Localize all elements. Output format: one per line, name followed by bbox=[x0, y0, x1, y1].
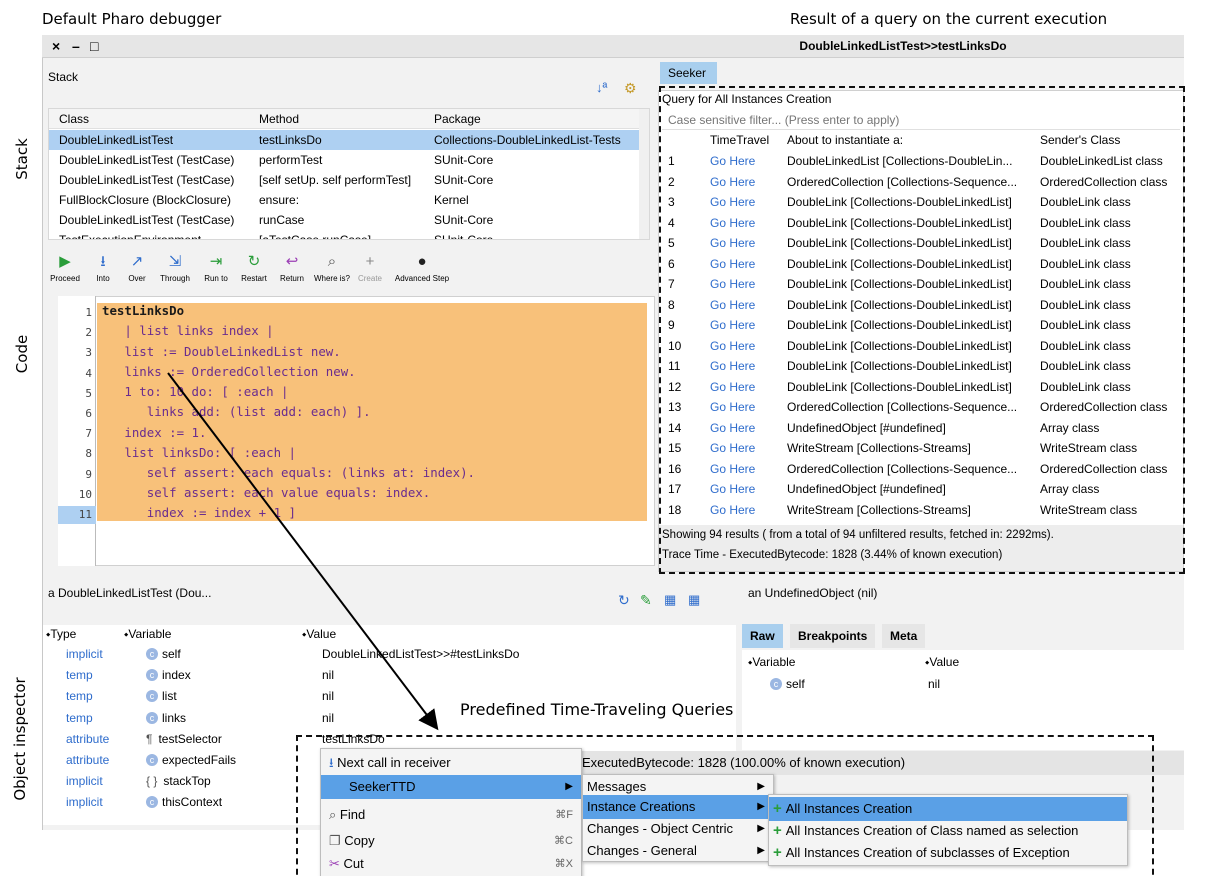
arrow-line bbox=[167, 372, 439, 731]
annotation-arrow bbox=[167, 372, 439, 731]
